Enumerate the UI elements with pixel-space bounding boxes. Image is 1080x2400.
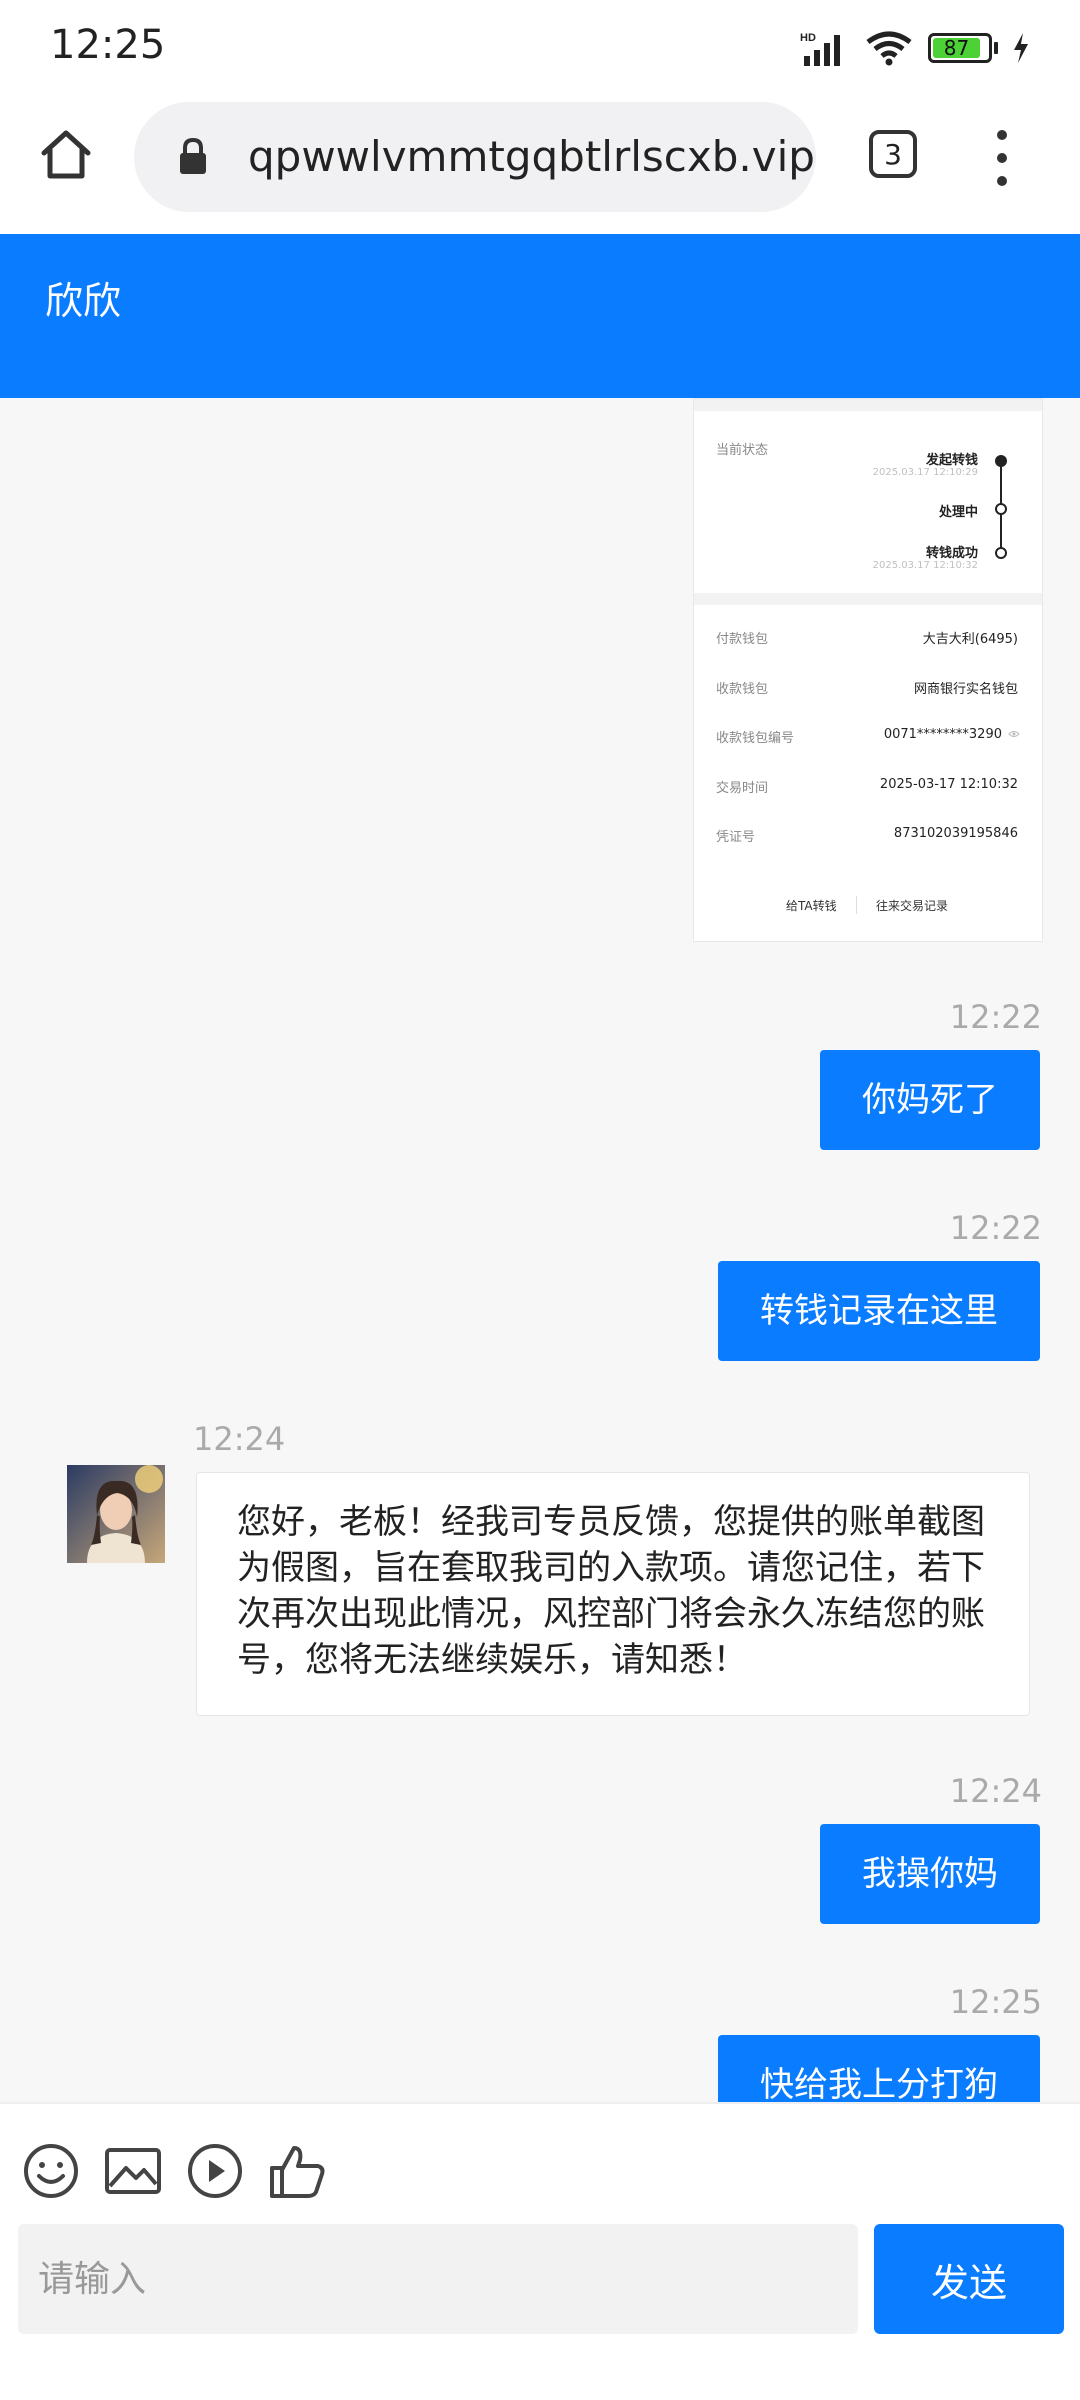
charging-icon <box>1014 33 1028 63</box>
message-time: 12:25 <box>949 1983 1042 2021</box>
status-bar: 12:25 HD 87 <box>0 0 1080 100</box>
receipt-transfer-link: 给TA转钱 <box>786 899 837 913</box>
message-list[interactable]: 当前状态 发起转钱 2025.03.17 12:10:29 处理中 转钱成功 2… <box>0 398 1080 2102</box>
more-menu-icon[interactable] <box>992 130 1012 186</box>
message-composer: 发送 <box>0 2102 1080 2400</box>
browser-toolbar: qpwwlvmmtgqbtlrlscxb.vip 3 <box>0 100 1080 234</box>
home-icon <box>41 130 91 179</box>
video-icon[interactable] <box>186 2142 244 2200</box>
outgoing-message[interactable]: 快给我上分打狗 <box>718 2035 1040 2102</box>
receipt-step-date: 2025.03.17 12:10:32 <box>872 560 978 571</box>
signal-icon: HD <box>800 32 840 66</box>
receipt-step: 处理中 <box>938 505 978 520</box>
wifi-icon <box>866 31 912 66</box>
receipt-step-date: 2025.03.17 12:10:29 <box>872 467 978 478</box>
message-time: 12:22 <box>949 998 1042 1036</box>
image-icon[interactable] <box>104 2142 162 2200</box>
avatar-image <box>67 1465 165 1563</box>
clock-icon <box>995 503 1007 515</box>
address-bar[interactable]: qpwwlvmmtgqbtlrlscxb.vip <box>134 102 816 212</box>
network-type-label: HD <box>800 32 816 44</box>
receipt-row-value: 网商银行实名钱包 <box>913 682 1018 697</box>
message-input[interactable] <box>18 2224 858 2334</box>
outgoing-message[interactable]: 我操你妈 <box>820 1824 1040 1924</box>
receipt-row-value: 大吉大利(6495) <box>922 632 1018 647</box>
receipt-step: 转钱成功 <box>925 546 978 561</box>
battery-level: 87 <box>933 36 980 60</box>
url-text: qpwwlvmmtgqbtlrlscxb.vip <box>248 132 815 181</box>
receipt-row-value: 0071********3290 <box>883 727 1002 742</box>
status-icons: HD 87 <box>800 30 1030 66</box>
status-time: 12:25 <box>50 22 166 68</box>
eye-icon[interactable] <box>1008 729 1020 739</box>
receipt-status-label: 当前状态 <box>716 443 769 458</box>
chat-title: 欣欣 <box>45 279 122 323</box>
receipt-history-link: 往来交易记录 <box>876 899 949 913</box>
lock-icon <box>180 138 206 174</box>
chat-header: 欣欣 <box>0 234 1080 398</box>
receipt-row-label: 收款钱包编号 <box>716 731 795 746</box>
message-time: 12:22 <box>949 1209 1042 1247</box>
receipt-step: 发起转钱 <box>925 453 978 468</box>
emoji-icon[interactable] <box>22 2142 80 2200</box>
receipt-row-label: 付款钱包 <box>716 632 769 647</box>
incoming-message[interactable]: 您好，老板！经我司专员反馈，您提供的账单截图为假图，旨在套取我司的入款项。请您记… <box>196 1472 1030 1716</box>
transfer-receipt-image[interactable]: 当前状态 发起转钱 2025.03.17 12:10:29 处理中 转钱成功 2… <box>693 398 1043 942</box>
receipt-row-label: 凭证号 <box>716 830 756 845</box>
battery-indicator: 87 <box>928 33 998 63</box>
message-time: 12:24 <box>193 1420 286 1458</box>
outgoing-message[interactable]: 转钱记录在这里 <box>718 1261 1040 1361</box>
send-button[interactable]: 发送 <box>874 2224 1064 2334</box>
receipt-row-label: 收款钱包 <box>716 682 769 697</box>
receipt-row-value: 873102039195846 <box>893 826 1018 841</box>
receipt-row-value: 2025-03-17 12:10:32 <box>879 777 1018 792</box>
contact-avatar[interactable] <box>67 1465 165 1563</box>
message-time: 12:24 <box>949 1772 1042 1810</box>
receipt-row-label: 交易时间 <box>716 781 769 796</box>
thumbs-up-icon[interactable] <box>268 2142 326 2200</box>
step-dot-icon <box>995 455 1007 467</box>
check-circle-icon <box>995 547 1007 559</box>
tab-switcher-button[interactable]: 3 <box>869 130 917 178</box>
outgoing-message[interactable]: 你妈死了 <box>820 1050 1040 1150</box>
message-input-box <box>18 2224 858 2334</box>
home-button[interactable] <box>38 126 94 182</box>
